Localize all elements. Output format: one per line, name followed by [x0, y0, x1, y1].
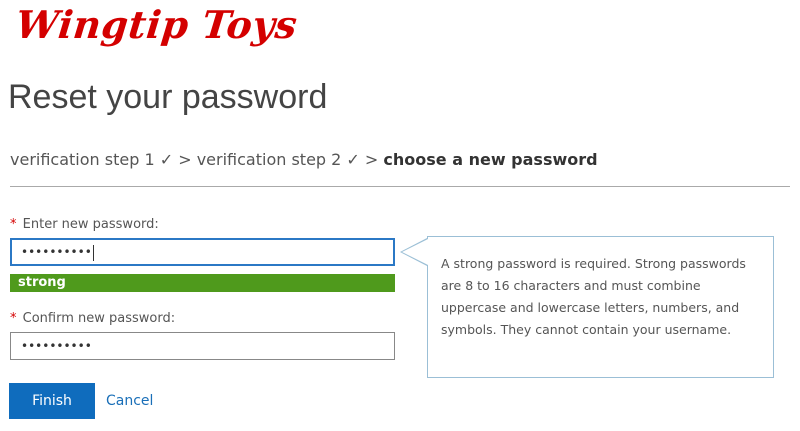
password-strength-label: strong	[18, 275, 66, 290]
finish-button[interactable]: Finish	[9, 383, 95, 419]
cancel-link[interactable]: Cancel	[106, 393, 153, 409]
required-marker: *	[10, 311, 17, 326]
page-title: Reset your password	[8, 78, 328, 116]
new-password-label: * Enter new password:	[10, 217, 159, 232]
breadcrumb-current-step: choose a new password	[383, 150, 598, 169]
password-requirements-tooltip: A strong password is required. Strong pa…	[427, 236, 774, 378]
breadcrumb-step-1: verification step 1 ✓	[10, 150, 174, 169]
text-caret	[92, 244, 94, 261]
new-password-label-text: Enter new password:	[22, 217, 159, 232]
tooltip-arrow-fill	[402, 239, 428, 265]
confirm-password-input[interactable]: ••••••••••	[10, 332, 395, 360]
confirm-password-label: * Confirm new password:	[10, 311, 175, 326]
required-marker: *	[10, 217, 17, 232]
confirm-password-label-text: Confirm new password:	[22, 311, 176, 326]
breadcrumb-step-2: verification step 2 ✓	[196, 150, 360, 169]
brand-logo: Wingtip Toys	[13, 2, 300, 47]
header-divider	[10, 186, 790, 187]
breadcrumb-separator: >	[359, 150, 384, 169]
new-password-input[interactable]: ••••••••••	[10, 238, 395, 266]
new-password-value: ••••••••••	[21, 245, 92, 259]
breadcrumb: verification step 1 ✓ > verification ste…	[10, 150, 598, 169]
breadcrumb-separator: >	[173, 150, 197, 169]
password-strength-bar: strong	[10, 274, 395, 292]
confirm-password-value: ••••••••••	[21, 339, 92, 353]
tooltip-text: A strong password is required. Strong pa…	[441, 256, 746, 337]
